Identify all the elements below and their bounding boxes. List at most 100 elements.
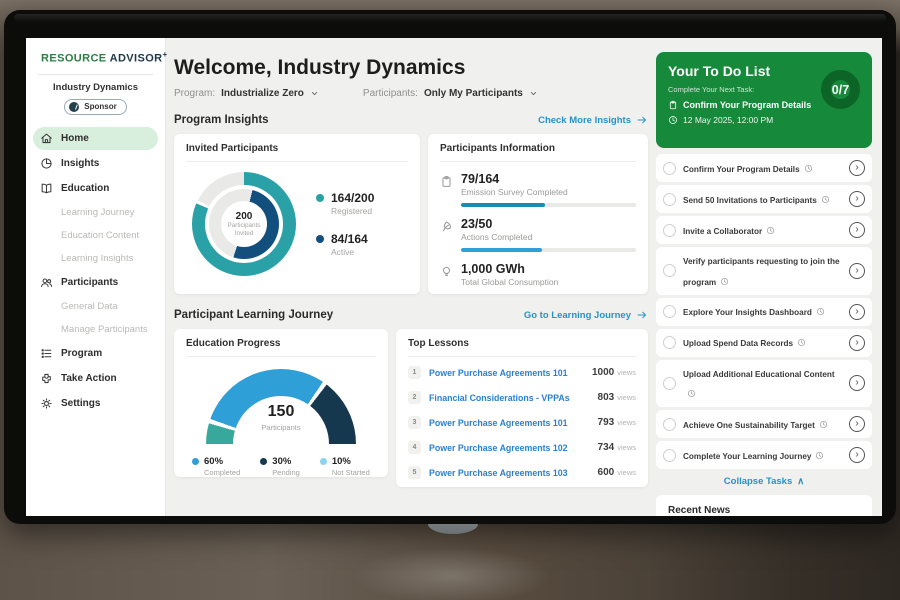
task-label: Invite a Collaborator [683,227,762,236]
stat-value: 1,000 GWh [461,262,636,276]
task-checkbox[interactable] [663,377,676,390]
legend-dot [260,458,267,465]
clock-icon [720,277,729,286]
stat-row: 1,000 GWh Total Global Consumption [440,262,636,287]
lesson-views-suffix: views [617,418,636,427]
task-checkbox[interactable] [663,449,676,462]
task-row: Explore Your Insights Dashboard › [656,298,872,326]
task-open-button[interactable]: › [849,447,865,463]
lesson-views-value: 793 [598,417,615,428]
progress-bar [461,203,636,207]
task-open-button[interactable]: › [849,222,865,238]
sidebar-item-label: Take Action [61,373,117,384]
nav-icon [40,347,53,360]
filter-value: Industrialize Zero [221,88,304,99]
task-checkbox[interactable] [663,264,676,277]
lesson-views-suffix: views [617,368,636,377]
sidebar-item[interactable]: Program [33,342,158,365]
task-open-button[interactable]: › [849,416,865,432]
go-to-learning-journey-link[interactable]: Go to Learning Journey [524,309,648,321]
task-open-button[interactable]: › [849,263,865,279]
lesson-views-suffix: views [617,393,636,402]
sidebar-item-label: Participants [61,277,118,288]
sidebar-item[interactable]: Home [33,127,158,150]
lesson-link[interactable]: Power Purchase Agreements 102 [429,443,598,453]
lesson-link[interactable]: Power Purchase Agreements 101 [429,368,592,378]
sidebar-nav: Home Insights Education [26,127,165,415]
task-open-button[interactable]: › [849,335,865,351]
legend-label: Pending [272,468,300,477]
task-row: Invite a Collaborator › [656,216,872,244]
filter-dropdown[interactable]: Participants: Only My Participants [363,88,538,99]
legend-label: Not Started [332,468,370,477]
stats-list: 79/164 Emission Survey Completed [440,172,636,287]
donut-center-label: Participants Invited [228,222,261,238]
lesson-row: 2 Financial Considerations - VPPAs 803 v… [408,382,636,407]
lesson-link[interactable]: Power Purchase Agreements 103 [429,468,598,478]
task-list: Confirm Your Program Details › Send 50 I… [656,154,872,469]
clock-icon [687,389,696,398]
sidebar-item-label: Settings [61,398,100,409]
stat-row: 23/50 Actions Completed [440,217,636,252]
stat-icon [440,175,453,188]
task-checkbox[interactable] [663,418,676,431]
filter-dropdown[interactable]: Program: Industrialize Zero [174,88,319,99]
sidebar-item[interactable]: General Data [33,296,158,317]
collapse-tasks-link[interactable]: Collapse Tasks ∧ [724,476,804,487]
lesson-views-value: 734 [598,442,615,453]
task-checkbox[interactable] [663,193,676,206]
task-open-button[interactable]: › [849,304,865,320]
sidebar-item[interactable]: Learning Insights [33,248,158,269]
sponsor-badge[interactable]: Sponsor [64,99,126,115]
sidebar-item[interactable]: Education Content [33,225,158,246]
scene: RESOURCE ADVISOR+ Industry Dynamics Spon… [0,0,900,600]
legend-entry: 84/164 Active [316,232,374,257]
task-open-button[interactable]: › [849,191,865,207]
todo-progress-value: 0/7 [832,83,849,97]
lesson-row: 1 Power Purchase Agreements 101 1000 vie… [408,357,636,382]
chevron-right-icon: › [855,225,858,235]
nav-icon [40,182,53,195]
sidebar-item[interactable]: Education [33,177,158,200]
task-checkbox[interactable] [663,224,676,237]
section-title-program-insights: Program Insights [174,114,269,126]
legend-dot [320,458,327,465]
task-checkbox[interactable] [663,162,676,175]
sidebar-item[interactable]: Take Action [33,367,158,390]
chevron-right-icon: › [855,307,858,317]
task-label: Complete Your Learning Journey [683,452,811,461]
lessons-list: 1 Power Purchase Agreements 101 1000 vie… [408,357,636,482]
donut-center-value: 200 [236,211,253,222]
clock-icon [668,115,678,125]
sidebar-item[interactable]: Insights [33,152,158,175]
task-row: Verify participants requesting to join t… [656,247,872,295]
task-open-button[interactable]: › [849,375,865,391]
lesson-row: 3 Power Purchase Agreements 101 793 view… [408,407,636,432]
todo-panel: Your To Do List Complete Your Next Task:… [656,52,872,516]
nav-icon [40,157,53,170]
lesson-link[interactable]: Financial Considerations - VPPAs [429,393,598,403]
todo-header-card: Your To Do List Complete Your Next Task:… [656,52,872,148]
sponsor-badge-label: Sponsor [84,102,116,111]
nav-icon [40,372,53,385]
nav-icon [40,397,53,410]
check-more-insights-link[interactable]: Check More Insights [538,114,648,126]
recent-news-title: Recent News [668,505,860,516]
sidebar-item[interactable]: Learning Journey [33,202,158,223]
task-open-button[interactable]: › [849,160,865,176]
todo-next-task: Confirm Your Program Details [683,100,811,110]
sidebar-item-label: Insights [61,158,99,169]
sidebar-item[interactable]: Manage Participants [33,319,158,340]
task-row: Complete Your Learning Journey › [656,441,872,469]
task-checkbox[interactable] [663,336,676,349]
task-checkbox[interactable] [663,305,676,318]
legend-label: Completed [204,468,240,477]
lesson-link[interactable]: Power Purchase Agreements 101 [429,418,598,428]
chevron-right-icon: › [855,378,858,388]
sidebar-item[interactable]: Settings [33,392,158,415]
sidebar-item[interactable]: Participants [33,271,158,294]
task-row: Send 50 Invitations to Participants › [656,185,872,213]
lesson-rank: 3 [408,416,421,429]
chevron-right-icon: › [855,450,858,460]
divider [38,74,153,75]
